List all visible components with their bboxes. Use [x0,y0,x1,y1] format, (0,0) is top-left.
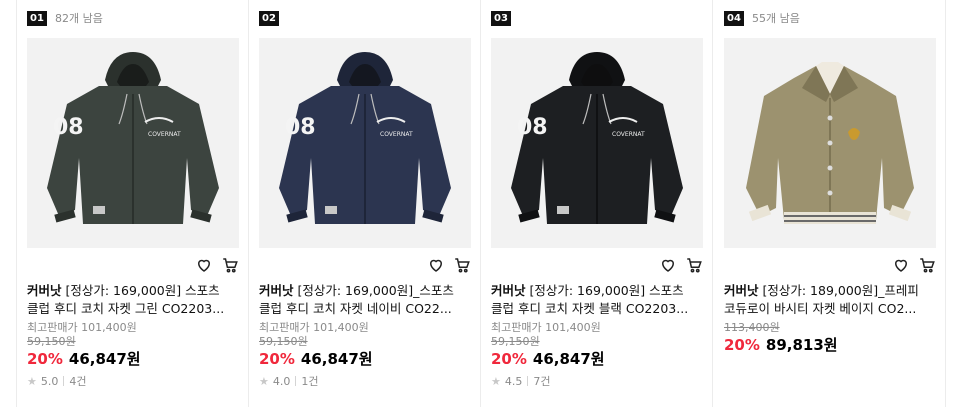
heart-icon[interactable] [195,256,213,278]
divider [63,376,65,386]
divider [945,0,946,407]
rank-badge: 02 [259,10,279,26]
discount-rate: 20% [491,350,527,368]
star-icon: ★ [491,374,501,388]
divider [527,376,529,386]
star-icon: ★ [259,374,269,388]
product-title[interactable]: 커버낫 [정상가: 169,000원] 스포츠 클럽 후디 코치 자켓 그린 C… [27,282,233,318]
rank-row: 02 [259,10,287,26]
heart-icon[interactable] [659,256,677,278]
rating-score: 4.0 [272,374,291,388]
product-thumbnail[interactable]: 08 COVERNAT [27,38,239,248]
original-price: 59,150원 [259,335,308,348]
svg-text:08: 08 [53,115,84,140]
divider [16,0,17,407]
svg-text:COVERNAT: COVERNAT [148,131,181,138]
stock-remaining: 82개 남음 [55,12,103,25]
product-thumbnail[interactable] [724,38,936,248]
brand-name: 커버낫 [724,283,759,298]
product-actions [427,256,471,278]
rating-row: ★ 5.0 4건 [27,373,87,389]
star-icon: ★ [27,374,37,388]
product-actions [892,256,936,278]
rating-row: ★ 4.0 1건 [259,373,319,389]
svg-text:08: 08 [517,115,548,140]
heart-icon[interactable] [427,256,445,278]
review-count[interactable]: 7건 [533,373,550,389]
product-card[interactable]: 04 55개 남음 커버낫 [정상가: 189,000원]_프레피 코듀로이 바… [724,0,936,407]
product-thumbnail[interactable]: 08 COVERNAT [491,38,703,248]
sale-price: 46,847원 [68,350,141,368]
product-image: 08 COVERNAT [27,38,239,248]
product-title[interactable]: 커버낫 [정상가: 189,000원]_프레피 코듀로이 바시티 자켓 베이지 … [724,282,930,318]
divider [712,0,713,407]
rank-row: 04 55개 남음 [724,10,800,26]
brand-name: 커버낫 [27,283,62,298]
sale-price: 89,813원 [765,336,838,354]
review-count[interactable]: 4건 [69,373,86,389]
product-image: 08 COVERNAT [259,38,471,248]
divider [480,0,481,407]
heart-icon[interactable] [892,256,910,278]
price-row: 20% 89,813원 [724,334,838,355]
discount-rate: 20% [259,350,295,368]
price-row: 20% 46,847원 [259,348,373,369]
product-image [724,38,936,248]
original-price: 113,400원 [724,321,780,334]
divider [248,0,249,407]
rank-badge: 01 [27,10,47,26]
product-actions [659,256,703,278]
svg-text:COVERNAT: COVERNAT [612,131,645,138]
rank-row: 01 82개 남음 [27,10,103,26]
cart-icon[interactable] [685,256,703,278]
sale-price: 46,847원 [300,350,373,368]
cart-icon[interactable] [918,256,936,278]
original-price: 59,150원 [27,335,76,348]
product-card[interactable]: 02 08 COVERNAT 커버낫 [정상가: 169,000원]_스포츠 클… [259,0,471,407]
brand-name: 커버낫 [259,283,294,298]
cart-icon[interactable] [453,256,471,278]
discount-rate: 20% [27,350,63,368]
rank-row: 03 [491,10,519,26]
cart-icon[interactable] [221,256,239,278]
rating-score: 4.5 [504,374,523,388]
original-price: 59,150원 [491,335,540,348]
product-thumbnail[interactable]: 08 COVERNAT [259,38,471,248]
rank-badge: 04 [724,10,744,26]
product-card[interactable]: 03 08 COVERNAT 커버낫 [정상가: 169,000원] 스포츠 클… [491,0,703,407]
svg-text:COVERNAT: COVERNAT [380,131,413,138]
product-card[interactable]: 01 82개 남음 08 COVERNAT 커버낫 [정상가: 169,000원… [27,0,239,407]
sale-price: 46,847원 [532,350,605,368]
product-title[interactable]: 커버낫 [정상가: 169,000원]_스포츠 클럽 후디 코치 자켓 네이비 … [259,282,465,318]
price-row: 20% 46,847원 [27,348,141,369]
stock-remaining: 55개 남음 [752,12,800,25]
rating-row: ★ 4.5 7건 [491,373,551,389]
brand-name: 커버낫 [491,283,526,298]
review-count[interactable]: 1건 [301,373,318,389]
rating-score: 5.0 [40,374,59,388]
discount-rate: 20% [724,336,760,354]
product-image: 08 COVERNAT [491,38,703,248]
svg-text:08: 08 [285,115,316,140]
price-row: 20% 46,847원 [491,348,605,369]
product-title[interactable]: 커버낫 [정상가: 169,000원] 스포츠 클럽 후디 코치 자켓 블랙 C… [491,282,697,318]
divider [295,376,297,386]
product-actions [195,256,239,278]
rank-badge: 03 [491,10,511,26]
